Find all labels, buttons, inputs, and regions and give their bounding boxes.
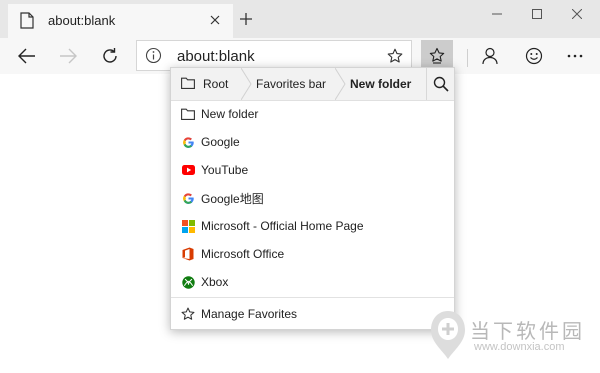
microsoft-icon xyxy=(181,219,195,233)
forward-button[interactable] xyxy=(52,40,84,72)
breadcrumb-root-label: Root xyxy=(203,77,229,91)
toolbar-separator xyxy=(467,49,468,67)
info-icon[interactable] xyxy=(145,47,162,69)
google-icon xyxy=(181,135,195,149)
xbox-icon xyxy=(181,275,195,289)
favorites-flyout: Root Favorites bar New folder New folder… xyxy=(170,67,455,330)
folder-icon xyxy=(181,107,195,121)
watermark-text: 当下软件园 xyxy=(470,321,585,343)
watermark: 当下软件园 www.downxia.com xyxy=(424,307,600,367)
watermark-url: www.downxia.com xyxy=(474,341,565,353)
list-item-google-maps[interactable]: Google地图 xyxy=(171,184,454,212)
list-item-label: Microsoft - Official Home Page xyxy=(201,219,364,233)
list-item-xbox[interactable]: Xbox xyxy=(171,268,454,296)
search-favorites-button[interactable] xyxy=(426,68,454,100)
list-item-label: Google xyxy=(201,135,240,149)
minimize-button[interactable] xyxy=(477,0,517,28)
close-window-button[interactable] xyxy=(557,0,597,28)
breadcrumb-root[interactable]: Root xyxy=(171,68,249,100)
breadcrumb-chevron-icon xyxy=(241,68,252,100)
add-favorite-star-icon[interactable] xyxy=(385,46,405,66)
breadcrumb-new-folder[interactable]: New folder xyxy=(350,68,424,100)
list-item-label: New folder xyxy=(201,107,259,121)
google-icon xyxy=(181,191,195,205)
new-tab-button[interactable] xyxy=(236,9,256,29)
list-item-new-folder[interactable]: New folder xyxy=(171,100,454,128)
office-icon xyxy=(181,247,195,261)
breadcrumb-favorites-bar-label: Favorites bar xyxy=(256,77,327,91)
search-icon xyxy=(433,76,449,92)
more-options-button[interactable] xyxy=(559,40,591,72)
profile-button[interactable] xyxy=(474,40,506,72)
manage-favorites-label: Manage Favorites xyxy=(201,306,298,321)
breadcrumb-new-folder-label: New folder xyxy=(350,77,412,91)
manage-favorites-button[interactable]: Manage Favorites xyxy=(171,298,454,329)
watermark-logo-icon xyxy=(431,311,465,359)
maximize-button[interactable] xyxy=(517,0,557,28)
page-icon xyxy=(20,12,34,34)
close-tab-icon[interactable] xyxy=(207,12,223,28)
tab-title: about:blank xyxy=(48,13,116,28)
star-icon xyxy=(181,307,195,321)
list-item-label: YouTube xyxy=(201,163,249,177)
breadcrumb-chevron-icon xyxy=(335,68,346,100)
list-item-google[interactable]: Google xyxy=(171,128,454,156)
back-button[interactable] xyxy=(11,40,43,72)
tab-strip: about:blank xyxy=(0,0,600,38)
breadcrumb-favorites-bar[interactable]: Favorites bar xyxy=(256,68,340,100)
list-item-label: Xbox xyxy=(201,275,229,289)
list-item-microsoft-office[interactable]: Microsoft Office xyxy=(171,240,454,268)
list-item-label: Microsoft Office xyxy=(201,247,285,261)
youtube-icon xyxy=(181,163,195,177)
feedback-smiley-button[interactable] xyxy=(518,40,550,72)
list-item-label: Google地图 xyxy=(201,191,264,206)
list-item-microsoft[interactable]: Microsoft - Official Home Page xyxy=(171,212,454,240)
browser-tab[interactable]: about:blank xyxy=(8,4,233,38)
refresh-button[interactable] xyxy=(94,40,126,72)
list-item-youtube[interactable]: YouTube xyxy=(171,156,454,184)
folder-icon xyxy=(181,77,195,92)
breadcrumb: Root Favorites bar New folder xyxy=(171,68,454,101)
address-url[interactable]: about:blank xyxy=(177,48,255,65)
